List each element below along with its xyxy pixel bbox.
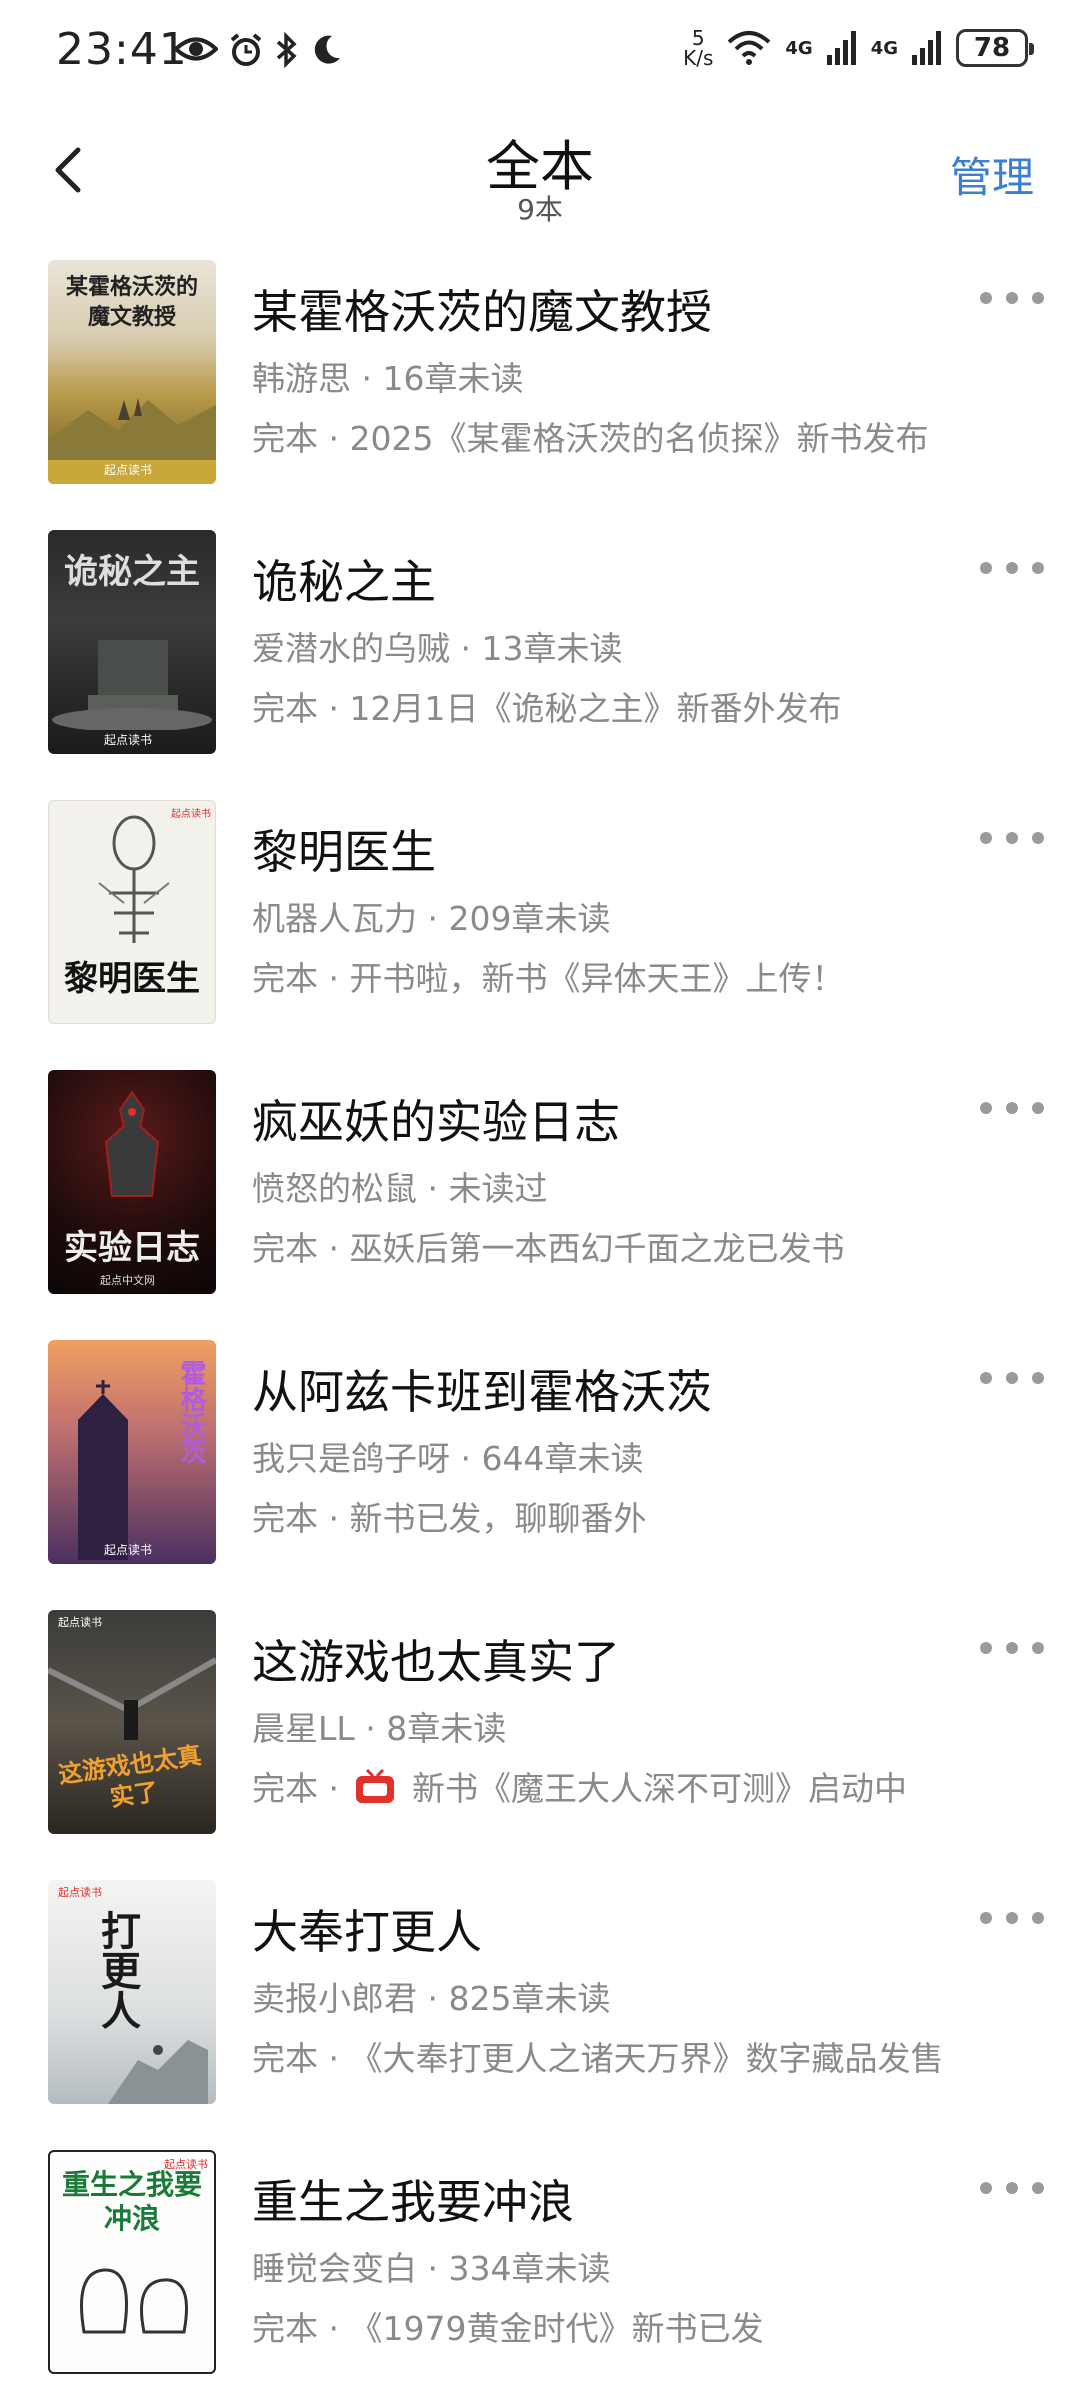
cover-title: 某霍格沃茨的魔文教授 — [65, 274, 198, 330]
book-title: 诡秘之主 — [252, 555, 436, 609]
header: 全本 9本 管理 — [0, 100, 1080, 240]
book-meta: 我只是鸽子呀 · 644章未读 — [252, 1439, 644, 1478]
book-meta: 爱潜水的乌贼 · 13章未读 — [252, 629, 623, 668]
cover-title: 诡秘之主 — [64, 552, 200, 592]
book-status: 完本 · 巫妖后第一本西幻千面之龙已发书 — [252, 1229, 845, 1268]
book-cover[interactable]: 某霍格沃茨的魔文教授 起点读书 — [48, 260, 216, 484]
status-time: 23:41 — [56, 24, 188, 75]
net-speed-value: 5 — [691, 26, 705, 50]
book-title: 某霍格沃茨的魔文教授 — [252, 285, 712, 339]
signal-icon — [826, 31, 856, 65]
book-status: 完本 · 新书《魔王大人深不可测》启动中 — [252, 1762, 1012, 1810]
book-status: 完本 · 2025《某霍格沃茨的名侦探》新书发布 — [252, 419, 929, 458]
network-type-1: 4G — [785, 37, 813, 59]
book-cover[interactable]: 这游戏也太真实了 起点读书 — [48, 1610, 216, 1834]
more-options-icon[interactable] — [980, 286, 1044, 310]
book-title: 大奉打更人 — [252, 1905, 482, 1959]
book-title: 黎明医生 — [252, 825, 436, 879]
book-cover[interactable]: 重生之我要冲浪 起点读书 — [48, 2150, 216, 2374]
book-item[interactable]: 这游戏也太真实了 起点读书 这游戏也太真实了 晨星LL · 8章未读 完本 · … — [0, 1590, 1080, 1860]
more-options-icon[interactable] — [980, 1366, 1044, 1390]
cover-badge: 起点读书 — [58, 1886, 102, 1899]
tv-icon — [356, 1768, 395, 1803]
cover-title: 霍格沃茨 — [176, 1360, 206, 1464]
cover-art — [52, 640, 212, 730]
cover-art — [78, 1380, 128, 1560]
cover-badge: 起点读书 — [164, 2158, 208, 2171]
book-title: 这游戏也太真实了 — [252, 1635, 620, 1689]
book-status: 完本 · 《1979黄金时代》新书已发 — [252, 2309, 764, 2348]
book-item[interactable]: 黎明医生 起点读书 黎明医生 机器人瓦力 · 209章未读 完本 · 开书啦，新… — [0, 780, 1080, 1050]
moon-icon — [314, 35, 340, 64]
book-cover[interactable]: 黎明医生 起点读书 — [48, 800, 216, 1024]
more-options-icon[interactable] — [980, 556, 1044, 580]
book-meta: 愤怒的松鼠 · 未读过 — [252, 1169, 548, 1208]
book-meta: 卖报小郎君 · 825章未读 — [252, 1979, 611, 2018]
eye-icon — [174, 37, 218, 61]
cover-title: 黎明医生 — [64, 959, 200, 999]
battery-icon: 78 — [956, 29, 1034, 67]
book-cover[interactable]: 诡秘之主 起点读书 — [48, 530, 216, 754]
cover-title: 重生之我要冲浪 — [61, 2168, 202, 2235]
cover-title: 打更人 — [94, 1910, 141, 2030]
cover-art — [80, 2268, 188, 2334]
more-options-icon[interactable] — [980, 1096, 1044, 1120]
book-item[interactable]: 霍格沃茨 起点读书 从阿兹卡班到霍格沃茨 我只是鸽子呀 · 644章未读 完本 … — [0, 1320, 1080, 1590]
book-title: 重生之我要冲浪 — [252, 2175, 574, 2229]
status-left-icons — [174, 32, 342, 68]
book-cover[interactable]: 实验日志 起点中文网 — [48, 1070, 216, 1294]
book-item[interactable]: 某霍格沃茨的魔文教授 起点读书 某霍格沃茨的魔文教授 韩游思 · 16章未读 完… — [0, 240, 1080, 510]
net-speed-unit: K/s — [683, 46, 714, 70]
book-cover[interactable]: 打更人 起点读书 — [48, 1880, 216, 2104]
cover-title: 实验日志 — [64, 1228, 200, 1268]
book-status: 完本 · 新书已发，聊聊番外 — [252, 1499, 647, 1538]
book-title: 从阿兹卡班到霍格沃茨 — [252, 1365, 712, 1419]
more-options-icon[interactable] — [980, 1906, 1044, 1930]
cover-badge: 起点中文网 — [100, 1274, 155, 1287]
cover-art — [98, 815, 170, 943]
cover-badge: 起点读书 — [171, 809, 211, 820]
wifi-icon — [728, 31, 771, 65]
cover-art — [108, 2040, 208, 2104]
net-speed: 5 K/s — [683, 28, 713, 68]
book-cover[interactable]: 霍格沃茨 起点读书 — [48, 1340, 216, 1564]
book-meta: 晨星LL · 8章未读 — [252, 1709, 507, 1748]
status-prefix: 完本 · — [252, 1769, 350, 1808]
signal-icon — [912, 31, 941, 65]
book-meta: 机器人瓦力 · 209章未读 — [252, 899, 611, 938]
status-text: 新书《魔王大人深不可测》启动中 — [411, 1769, 907, 1808]
book-status: 完本 · 12月1日《诡秘之主》新番外发布 — [252, 689, 842, 728]
book-item[interactable]: 重生之我要冲浪 起点读书 重生之我要冲浪 睡觉会变白 · 334章未读 完本 ·… — [0, 2130, 1080, 2400]
more-options-icon[interactable] — [980, 826, 1044, 850]
book-item[interactable]: 诡秘之主 起点读书 诡秘之主 爱潜水的乌贼 · 13章未读 完本 · 12月1日… — [0, 510, 1080, 780]
bluetooth-icon — [276, 32, 297, 68]
manage-button[interactable]: 管理 — [950, 144, 1034, 205]
network-type-2: 4G — [870, 37, 898, 59]
book-meta: 睡觉会变白 · 334章未读 — [252, 2249, 611, 2288]
status-bar: 23:41 5 K/s 4G 4G 78 — [0, 0, 1080, 100]
book-count: 9本 — [517, 193, 563, 226]
book-list: 某霍格沃茨的魔文教授 起点读书 某霍格沃茨的魔文教授 韩游思 · 16章未读 完… — [0, 240, 1080, 2400]
cover-badge: 起点读书 — [104, 733, 153, 747]
more-options-icon[interactable] — [980, 1636, 1044, 1660]
book-meta: 韩游思 · 16章未读 — [252, 359, 524, 398]
book-title: 疯巫妖的实验日志 — [252, 1095, 620, 1149]
book-item[interactable]: 打更人 起点读书 大奉打更人 卖报小郎君 · 825章未读 完本 · 《大奉打更… — [0, 1860, 1080, 2130]
cover-art — [48, 1657, 216, 1740]
book-status: 完本 · 开书啦，新书《异体天王》上传！ — [252, 959, 845, 998]
more-options-icon[interactable] — [980, 2176, 1044, 2200]
cover-badge: 起点读书 — [58, 1616, 102, 1629]
alarm-icon — [230, 33, 262, 66]
battery-level: 78 — [973, 33, 1011, 63]
cover-badge: 起点读书 — [104, 1543, 153, 1557]
book-status: 完本 · 《大奉打更人之诸天万界》数字藏品发售 — [252, 2039, 944, 2078]
book-item[interactable]: 实验日志 起点中文网 疯巫妖的实验日志 愤怒的松鼠 · 未读过 完本 · 巫妖后… — [0, 1050, 1080, 1320]
cover-title: 这游戏也太真实了 — [56, 1740, 204, 1813]
status-right: 5 K/s 4G 4G 78 — [683, 28, 1034, 68]
cover-art — [104, 1090, 160, 1197]
cover-badge: 起点读书 — [104, 463, 153, 477]
